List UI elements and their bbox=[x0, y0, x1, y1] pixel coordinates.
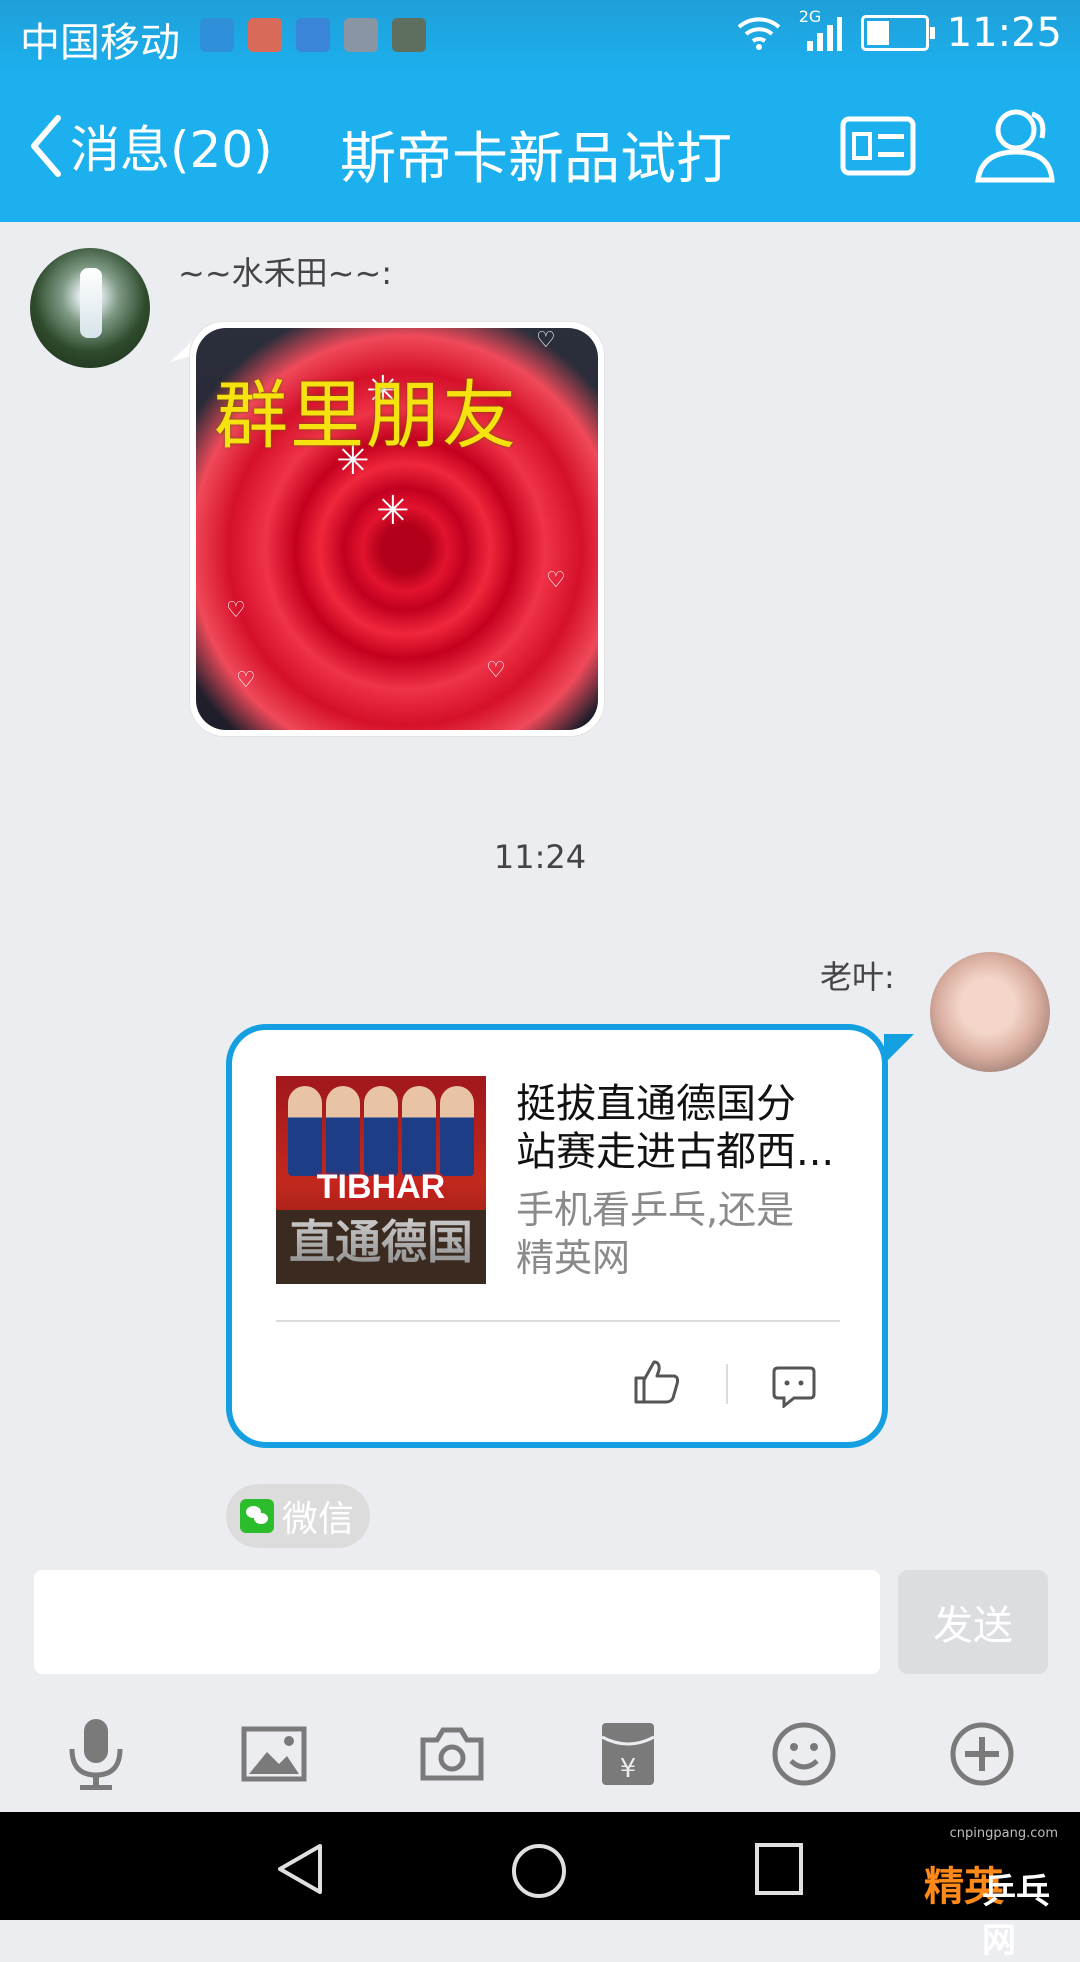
emoji-icon[interactable] bbox=[764, 1714, 844, 1794]
heart-icon: ♡ bbox=[236, 668, 256, 693]
wifi-icon bbox=[737, 17, 781, 50]
like-icon[interactable] bbox=[632, 1358, 682, 1406]
camera-icon[interactable] bbox=[412, 1714, 492, 1794]
sender-name: ~~水禾田~~: bbox=[178, 254, 393, 292]
heart-icon: ♡ bbox=[536, 328, 556, 353]
image-message[interactable]: ✳ ✳ ✳ ♡ ♡ ♡ ♡ ♡ 群里朋友 bbox=[190, 322, 604, 736]
home-nav-icon[interactable] bbox=[510, 1842, 568, 1900]
avatar[interactable] bbox=[30, 248, 150, 368]
chat-title: 斯帝卡新品试打 bbox=[340, 127, 732, 192]
thumbnail-brand: TIBHAR bbox=[316, 1168, 446, 1206]
avatar[interactable] bbox=[930, 952, 1050, 1072]
carrier-name: 中国移动 bbox=[20, 20, 180, 66]
article-thumbnail[interactable]: TIBHAR 直通德国 bbox=[276, 1076, 486, 1284]
image-caption: 群里朋友 bbox=[214, 373, 518, 459]
action-divider bbox=[726, 1364, 728, 1404]
watermark-url: cnpingpang.com bbox=[949, 1826, 1058, 1841]
battery-icon bbox=[860, 15, 935, 51]
health-notification-icon bbox=[296, 18, 330, 52]
gallery-notification-icon bbox=[344, 18, 378, 52]
recents-nav-icon[interactable] bbox=[754, 1842, 804, 1896]
heart-icon: ♡ bbox=[546, 568, 566, 593]
source-tag[interactable]: 微信 bbox=[226, 1484, 371, 1548]
sender-name: 老叶: bbox=[820, 958, 895, 996]
article-description: 手机看乒乓,还是 精英网 bbox=[516, 1188, 795, 1280]
watermark-logo: cnpingpang.com 精英 乒乓网 bbox=[898, 1820, 1068, 1961]
status-bar: 中国移动 2G 11:25 bbox=[0, 0, 1080, 72]
group-members-icon[interactable] bbox=[972, 104, 1058, 184]
red-packet-icon[interactable]: ¥ bbox=[588, 1714, 668, 1794]
back-nav-icon[interactable] bbox=[274, 1842, 326, 1896]
source-label: 微信 bbox=[282, 1499, 355, 1540]
message-timestamp: 11:24 bbox=[493, 838, 587, 876]
sparkle-icon: ✳ bbox=[376, 488, 410, 534]
message-input[interactable] bbox=[34, 1570, 880, 1674]
wechat-icon bbox=[240, 1499, 274, 1533]
bubble-tail bbox=[884, 1034, 914, 1064]
thumbnail-players bbox=[286, 1086, 476, 1176]
input-toolbar: ¥ bbox=[0, 1700, 1080, 1812]
photo-notification-icon bbox=[392, 18, 426, 52]
notification-icons bbox=[200, 18, 426, 52]
app-notification-icon bbox=[248, 18, 282, 52]
rose-image: ✳ ✳ ✳ ♡ ♡ ♡ ♡ ♡ 群里朋友 bbox=[196, 328, 598, 730]
signal-icon: 2G bbox=[799, 7, 843, 53]
image-icon[interactable] bbox=[234, 1714, 314, 1794]
back-arrow-icon bbox=[31, 115, 61, 177]
microphone-icon[interactable] bbox=[56, 1714, 136, 1794]
chat-header: 消息(20) 斯帝卡新品试打 bbox=[0, 72, 1080, 222]
back-label: 消息(20) bbox=[70, 121, 273, 179]
send-button[interactable]: 发送 bbox=[898, 1570, 1048, 1674]
system-indicators: 2G 11:25 bbox=[737, 7, 1062, 56]
heart-icon: ♡ bbox=[226, 598, 246, 623]
comment-icon[interactable] bbox=[772, 1364, 816, 1408]
app-notification-icon bbox=[200, 18, 234, 52]
back-button[interactable]: 消息(20) bbox=[26, 110, 273, 182]
heart-icon: ♡ bbox=[486, 658, 506, 683]
svg-text:¥: ¥ bbox=[620, 1754, 637, 1784]
plus-icon[interactable] bbox=[942, 1714, 1022, 1794]
group-profile-icon[interactable] bbox=[840, 116, 916, 176]
thumbnail-subtitle: 直通德国 bbox=[276, 1206, 486, 1272]
clock: 11:25 bbox=[946, 10, 1062, 56]
card-divider bbox=[276, 1320, 840, 1322]
article-title[interactable]: 挺拔直通德国分 站赛走进古都西... bbox=[516, 1080, 846, 1176]
watermark-brand-2: 乒乓网 bbox=[982, 1872, 1050, 1961]
